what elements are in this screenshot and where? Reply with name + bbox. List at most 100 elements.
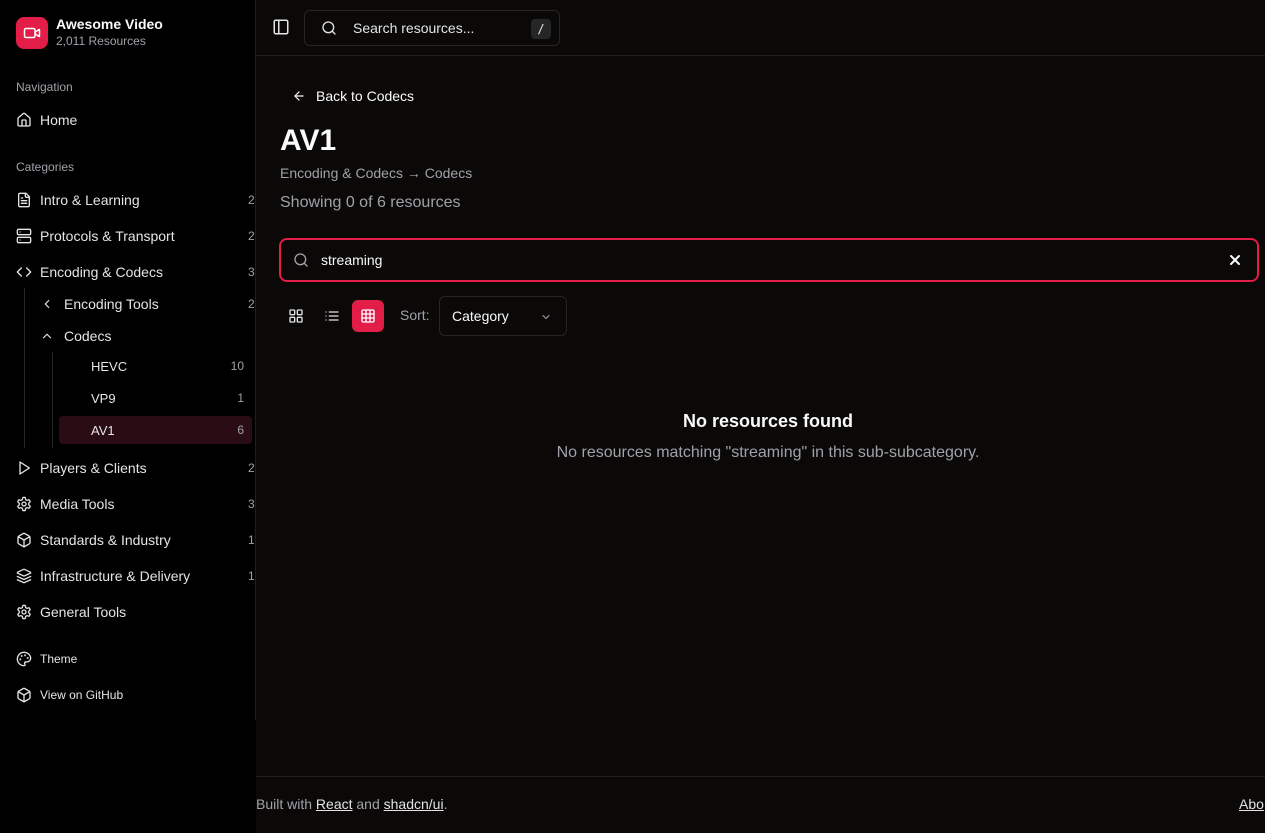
sidebar-item-count: 2	[248, 193, 255, 207]
filter-value: streaming	[321, 252, 383, 268]
sidebar-subsubitem-vp9[interactable]: VP9 1	[59, 384, 252, 412]
palette-icon	[16, 651, 32, 667]
empty-state-message: No resources matching "streaming" in thi…	[556, 444, 980, 461]
theme-button[interactable]: Theme	[16, 651, 77, 667]
sidebar-item-label: Encoding & Codecs	[40, 264, 163, 280]
play-icon	[16, 460, 32, 476]
search-icon	[321, 20, 337, 36]
search-shortcut-key: /	[531, 19, 551, 39]
sidebar-item-count: 3	[248, 265, 255, 279]
sidebar-item-label: General Tools	[40, 604, 127, 620]
tree-line	[24, 288, 25, 448]
global-search-button[interactable]: Search resources... /	[304, 10, 560, 46]
video-camera-icon	[16, 16, 48, 49]
categories-section-label: Categories	[16, 160, 75, 174]
search-placeholder: Search resources...	[353, 20, 475, 36]
sidebar-item-label: Media Tools	[40, 496, 115, 512]
sidebar-item-count: 2	[248, 461, 255, 475]
arrow-left-icon	[292, 89, 316, 103]
package-icon	[16, 687, 32, 703]
sidebar-item-label: Infrastructure & Delivery	[40, 568, 191, 584]
sort-value: Category	[452, 308, 509, 324]
sidebar-subsubitem-count: 10	[230, 359, 244, 373]
box-icon	[16, 532, 32, 548]
sidebar-item-infrastructure-delivery[interactable]: Infrastructure & Delivery 1	[16, 560, 256, 592]
table-view-button[interactable]	[352, 300, 384, 332]
sidebar-item-count: 2	[248, 229, 255, 243]
navigation-section-label: Navigation	[16, 80, 73, 94]
list-view-button[interactable]	[316, 300, 348, 332]
file-text-icon	[16, 192, 32, 208]
sidebar-item-label: Intro & Learning	[40, 192, 140, 208]
home-icon	[16, 112, 32, 128]
sidebar-subitem-codecs[interactable]: Codecs	[40, 322, 111, 350]
github-label: View on GitHub	[40, 688, 124, 702]
back-link-label: Back to Codecs	[316, 88, 415, 104]
gear-icon	[16, 496, 32, 512]
results-count: Showing 0 of 6 resources	[280, 194, 461, 211]
sidebar-item-count: 1	[248, 569, 255, 583]
github-link[interactable]: View on GitHub	[16, 687, 123, 703]
sidebar-item-media-tools[interactable]: Media Tools 3	[16, 488, 256, 520]
grid-icon	[288, 308, 304, 324]
sidebar-item-protocols-transport[interactable]: Protocols & Transport 2	[16, 220, 256, 252]
sidebar-item-home[interactable]: Home	[16, 104, 256, 136]
built-with-text: Built with React and shadcn/ui.	[256, 796, 447, 812]
sidebar-subitem-encoding-tools[interactable]: Encoding Tools 2	[40, 290, 255, 318]
chevron-left-icon	[40, 297, 56, 311]
sidebar-subsubitem-label: AV1	[91, 422, 115, 438]
brand-subtitle: 2,011 Resources	[56, 34, 146, 48]
sort-label: Sort:	[400, 307, 430, 323]
brand-title: Awesome Video	[56, 16, 163, 32]
built-prefix: Built with	[256, 796, 313, 812]
clear-filter-icon[interactable]	[1227, 252, 1243, 268]
sidebar-subsubitem-count: 6	[237, 423, 244, 437]
sidebar-subsubitem-label: VP9	[91, 390, 116, 406]
breadcrumb: Encoding & Codecs → Codecs	[280, 165, 473, 181]
brand[interactable]: Awesome Video 2,011 Resources	[16, 16, 163, 49]
sidebar-item-players-clients[interactable]: Players & Clients 2	[16, 452, 256, 484]
sidebar-divider	[255, 0, 256, 720]
sidebar: Awesome Video 2,011 Resources Navigation…	[0, 0, 256, 833]
sidebar-subsubitem-label: HEVC	[91, 358, 128, 374]
sidebar-subsubitem-count: 1	[237, 391, 244, 405]
sidebar-subitem-label: Encoding Tools	[64, 296, 159, 312]
sidebar-subsubitem-av1[interactable]: AV1 6	[59, 416, 252, 444]
sidebar-subsubitem-hevc[interactable]: HEVC 10	[59, 352, 252, 380]
chevron-up-icon	[40, 329, 56, 343]
page-title: AV1	[280, 124, 337, 157]
period-text: .	[443, 796, 448, 812]
code-icon	[16, 264, 32, 280]
sidebar-item-count: 3	[248, 497, 255, 511]
sidebar-item-count: 1	[248, 533, 255, 547]
server-icon	[16, 228, 32, 244]
sidebar-subitem-label: Codecs	[64, 328, 112, 344]
sidebar-item-intro-learning[interactable]: Intro & Learning 2	[16, 184, 256, 216]
about-link[interactable]: Abo	[1239, 796, 1264, 812]
sort-select[interactable]: Category	[439, 296, 567, 336]
theme-label: Theme	[40, 652, 78, 666]
sidebar-item-general-tools[interactable]: General Tools	[16, 596, 256, 628]
react-link[interactable]: React	[316, 796, 353, 812]
empty-state-title: No resources found	[682, 411, 854, 431]
and-text: and	[356, 796, 380, 812]
chevron-down-icon	[540, 311, 552, 323]
resource-filter-input[interactable]: streaming	[279, 238, 1259, 282]
list-icon	[324, 308, 340, 324]
grid-view-button[interactable]	[280, 300, 312, 332]
search-icon	[293, 252, 309, 268]
sidebar-item-label: Standards & Industry	[40, 532, 171, 548]
sidebar-item-label: Home	[40, 112, 78, 128]
layers-icon	[16, 568, 32, 584]
empty-state: No resources found No resources matching…	[280, 411, 1256, 462]
sidebar-item-encoding-codecs[interactable]: Encoding & Codecs 3	[16, 256, 256, 288]
shadcn-link[interactable]: shadcn/ui	[384, 796, 444, 812]
back-link[interactable]: Back to Codecs	[292, 88, 414, 104]
sidebar-item-standards-industry[interactable]: Standards & Industry 1	[16, 524, 256, 556]
table-grid-icon	[360, 308, 376, 324]
sidebar-item-label: Players & Clients	[40, 460, 147, 476]
sidebar-toggle-icon[interactable]	[272, 18, 292, 38]
tree-line	[52, 352, 53, 448]
sidebar-subitem-count: 2	[248, 297, 255, 311]
sidebar-item-label: Protocols & Transport	[40, 228, 175, 244]
